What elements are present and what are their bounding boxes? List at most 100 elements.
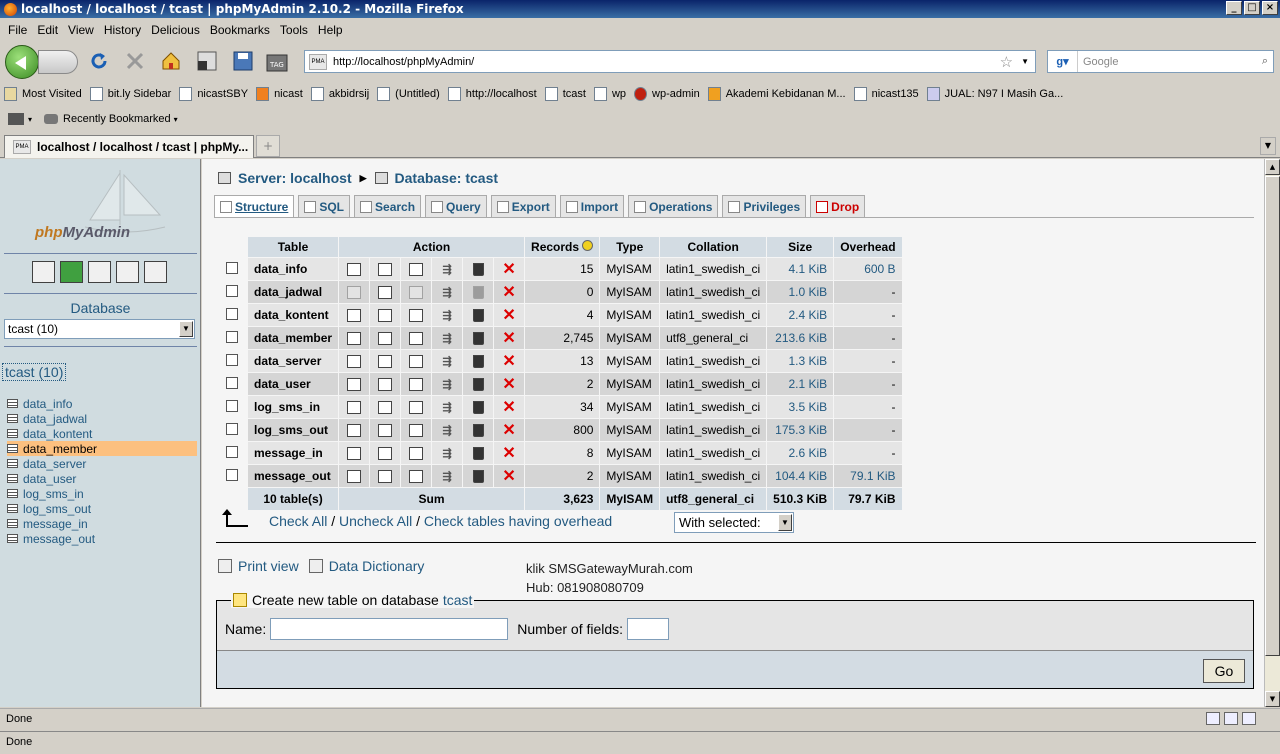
drop-x-icon[interactable]: ✕ <box>502 285 516 301</box>
menu-tools[interactable]: Tools <box>275 23 313 37</box>
structure-icon[interactable] <box>378 447 393 461</box>
addon-status-icon[interactable] <box>1206 712 1220 725</box>
table-name[interactable]: data_jadwal <box>248 281 339 303</box>
browse-icon[interactable] <box>347 332 362 346</box>
breadcrumb-server[interactable]: Server: localhost <box>238 170 352 186</box>
menu-view[interactable]: View <box>63 23 99 37</box>
url-bar[interactable]: PMA http://localhost/phpMyAdmin/ ☆ ▼ <box>304 50 1036 73</box>
google-engine-icon[interactable]: g▾ <box>1048 51 1078 72</box>
magnifier-icon[interactable]: ⌕ <box>1262 55 1268 68</box>
size-link[interactable]: 213.6 KiB <box>767 327 834 349</box>
delicious-dropdown-icon[interactable]: ▾ <box>28 115 32 124</box>
scroll-up-icon[interactable]: ▲ <box>1265 159 1280 175</box>
current-database-link[interactable]: tcast (10) <box>2 363 67 381</box>
table-name[interactable]: data_kontent <box>248 304 339 326</box>
row-checkbox[interactable] <box>226 422 238 435</box>
table-icon[interactable] <box>7 519 18 528</box>
insert-icon[interactable]: ⇶ <box>440 355 454 368</box>
structure-icon[interactable] <box>378 286 393 300</box>
table-link-data-member[interactable]: data_member <box>7 441 197 456</box>
insert-icon[interactable]: ⇶ <box>440 378 454 391</box>
bookmark-akbidrsij[interactable]: akbidrsij <box>310 87 369 101</box>
bookmark-nicast135[interactable]: nicast135 <box>853 87 919 101</box>
url-dropdown-icon[interactable]: ▼ <box>1021 57 1029 66</box>
tab-sql[interactable]: SQL <box>298 195 351 217</box>
table-icon[interactable] <box>7 489 18 498</box>
row-checkbox[interactable] <box>226 376 238 389</box>
exit-icon[interactable] <box>60 261 83 283</box>
check-all-link[interactable]: Check All <box>269 513 327 529</box>
table-icon[interactable] <box>7 474 18 483</box>
table-icon[interactable] <box>7 399 18 408</box>
reload-icon[interactable] <box>88 50 110 72</box>
empty-icon[interactable] <box>472 470 484 484</box>
bookmark-tcast[interactable]: tcast <box>544 87 586 101</box>
breadcrumb-database[interactable]: Database: tcast <box>395 170 499 186</box>
bookmark-wp-admin[interactable]: wp-admin <box>634 87 700 101</box>
table-link-message-out[interactable]: message_out <box>7 531 197 546</box>
table-link-data-jadwal[interactable]: data_jadwal <box>7 411 197 426</box>
table-link-label[interactable]: log_sms_in <box>23 487 84 501</box>
tab-privileges[interactable]: Privileges <box>722 195 807 217</box>
row-checkbox[interactable] <box>226 330 238 343</box>
drop-x-icon[interactable]: ✕ <box>502 400 516 416</box>
tab-list-button[interactable]: ▼ <box>1260 137 1276 155</box>
browse-icon[interactable] <box>347 401 362 415</box>
tab-query[interactable]: Query <box>425 195 487 217</box>
table-link-label[interactable]: data_server <box>23 457 86 471</box>
query-window-icon[interactable] <box>88 261 111 283</box>
bookmark-most-visited[interactable]: Most Visited <box>4 87 82 101</box>
table-link-log-sms-in[interactable]: log_sms_in <box>7 486 197 501</box>
table-name[interactable]: log_sms_in <box>248 396 339 418</box>
bookmark-jual[interactable]: JUAL: N97 I Masih Ga... <box>926 87 1063 101</box>
structure-icon[interactable] <box>378 263 393 277</box>
tab-structure[interactable]: Structure <box>214 195 295 217</box>
table-icon[interactable] <box>7 414 18 423</box>
search-icon[interactable] <box>409 470 424 484</box>
search-icon[interactable] <box>409 378 424 392</box>
tab-import[interactable]: Import <box>559 195 625 217</box>
table-icon[interactable] <box>7 444 18 453</box>
home-icon[interactable] <box>160 50 182 72</box>
empty-icon[interactable] <box>472 286 484 300</box>
insert-icon[interactable]: ⇶ <box>440 332 454 345</box>
drop-x-icon[interactable]: ✕ <box>502 354 516 370</box>
empty-icon[interactable] <box>472 355 484 369</box>
row-checkbox[interactable] <box>226 353 238 366</box>
table-link-data-server[interactable]: data_server <box>7 456 197 471</box>
drop-x-icon[interactable]: ✕ <box>502 469 516 485</box>
table-link-log-sms-out[interactable]: log_sms_out <box>7 501 197 516</box>
table-name[interactable]: data_user <box>248 373 339 395</box>
overhead-value[interactable]: 600 B <box>834 258 902 280</box>
menu-help[interactable]: Help <box>313 23 348 37</box>
table-link-label[interactable]: message_out <box>23 532 95 546</box>
new-tab-button[interactable]: + <box>256 135 280 157</box>
table-link-message-in[interactable]: message_in <box>7 516 197 531</box>
insert-icon[interactable]: ⇶ <box>440 447 454 460</box>
insert-icon[interactable]: ⇶ <box>440 401 454 414</box>
field-count-input[interactable] <box>627 618 670 640</box>
chevron-down-icon[interactable]: ▼ <box>778 514 792 531</box>
browse-icon[interactable] <box>347 470 362 484</box>
table-name[interactable]: data_server <box>248 350 339 372</box>
table-name[interactable]: data_member <box>248 327 339 349</box>
bookmark-star-icon[interactable]: ☆ <box>1000 53 1013 71</box>
table-icon[interactable] <box>7 504 18 513</box>
go-button[interactable]: Go <box>1203 659 1245 683</box>
home-icon[interactable] <box>32 261 55 283</box>
minimize-button[interactable]: _ <box>1226 1 1242 15</box>
search-icon[interactable] <box>409 447 424 461</box>
table-link-data-user[interactable]: data_user <box>7 471 197 486</box>
search-icon[interactable] <box>409 263 424 277</box>
table-name[interactable]: message_in <box>248 442 339 464</box>
search-icon[interactable] <box>409 286 424 300</box>
drop-x-icon[interactable]: ✕ <box>502 308 516 324</box>
phpmyadmin-logo[interactable]: phpMyAdmin <box>35 224 130 241</box>
drop-x-icon[interactable]: ✕ <box>502 423 516 439</box>
structure-icon[interactable] <box>378 332 393 346</box>
row-checkbox[interactable] <box>226 307 238 320</box>
print-view-link[interactable]: Print view <box>238 558 299 574</box>
scroll-down-icon[interactable]: ▼ <box>1265 691 1280 707</box>
check-overhead-link[interactable]: Check tables having overhead <box>424 513 612 529</box>
structure-icon[interactable] <box>378 355 393 369</box>
